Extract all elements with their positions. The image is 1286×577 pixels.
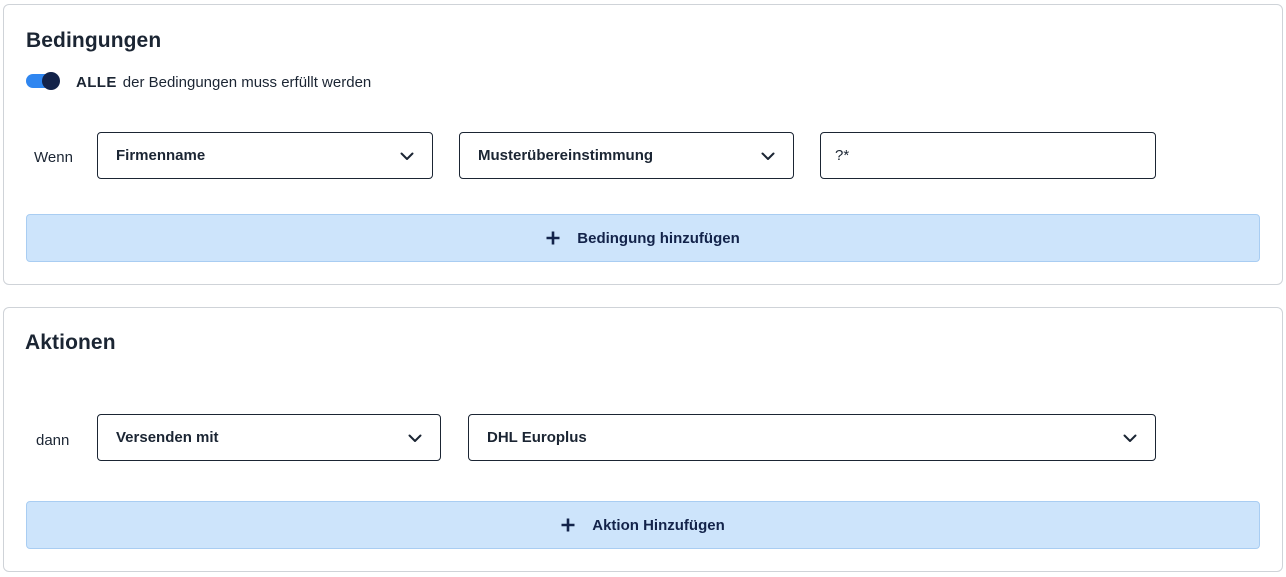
chevron-down-icon [408, 434, 422, 442]
carrier-select[interactable]: DHL Europlus [468, 414, 1156, 461]
action-type-value: Versenden mit [116, 429, 219, 446]
condition-row-label: Wenn [34, 149, 73, 166]
condition-field-select[interactable]: Firmenname [97, 132, 433, 179]
condition-field-value: Firmenname [116, 147, 206, 164]
toggle-label-text: der Bedingungen muss erfüllt werden [122, 74, 372, 91]
chevron-down-icon [761, 152, 775, 160]
add-action-button[interactable]: Aktion Hinzufügen [26, 501, 1260, 549]
all-conditions-toggle[interactable] [26, 72, 61, 90]
plus-icon [546, 231, 560, 245]
add-action-label: Aktion Hinzufügen [592, 516, 725, 534]
condition-operator-select[interactable]: Musterübereinstimmung [459, 132, 794, 179]
add-condition-button[interactable]: Bedingung hinzufügen [26, 214, 1260, 262]
action-type-select[interactable]: Versenden mit [97, 414, 441, 461]
action-row-label: dann [36, 432, 70, 449]
condition-operator-value: Musterübereinstimmung [478, 147, 654, 164]
condition-value-text: ?* [835, 147, 850, 164]
conditions-panel: Bedingungen ALLE der Bedingungen muss erf… [3, 4, 1283, 285]
actions-panel: Aktionen dann Versenden mit DHL Europlus… [3, 307, 1283, 572]
actions-title: Aktionen [25, 331, 116, 354]
toggle-label: ALLE der Bedingungen muss erfüllt werden [76, 74, 371, 91]
conditions-title: Bedingungen [26, 29, 162, 52]
chevron-down-icon [1123, 434, 1137, 442]
condition-value-input[interactable]: ?* [820, 132, 1156, 179]
add-condition-label: Bedingung hinzufügen [577, 229, 740, 247]
plus-icon [561, 518, 575, 532]
chevron-down-icon [400, 152, 414, 160]
toggle-knob [42, 72, 60, 90]
toggle-label-strong: ALLE [76, 74, 117, 91]
carrier-value: DHL Europlus [487, 429, 587, 446]
